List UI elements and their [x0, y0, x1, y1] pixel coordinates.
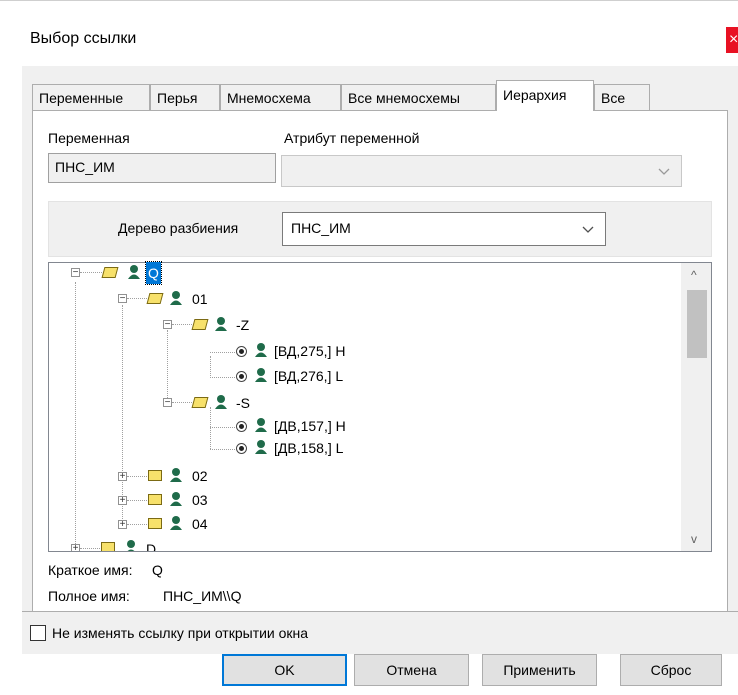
tab-all[interactable]: Все	[594, 84, 650, 110]
tree-line	[172, 402, 192, 403]
ok-button[interactable]: OK	[222, 654, 347, 686]
object-icon	[127, 540, 135, 551]
tree-node-leaf[interactable]: [ВД,275,] H	[274, 339, 345, 361]
scroll-down-icon[interactable]: v	[691, 532, 697, 546]
object-icon	[170, 291, 182, 305]
partition-tree-select[interactable]: ПНС_ИМ	[282, 212, 606, 246]
keep-link-label[interactable]: Не изменять ссылку при открытии окна	[52, 625, 308, 641]
folder-icon	[101, 542, 115, 551]
tree-node-04[interactable]: 04	[192, 512, 208, 534]
tree-line	[210, 352, 235, 353]
tree-node-01[interactable]: 01	[192, 287, 208, 309]
hierarchy-tree[interactable]	[48, 262, 712, 552]
object-icon	[128, 265, 140, 279]
folder-open-icon	[101, 267, 119, 278]
object-icon	[255, 418, 267, 432]
tree-line	[167, 330, 168, 402]
tab-pens[interactable]: Перья	[150, 84, 220, 110]
expand-icon[interactable]: +	[118, 472, 127, 482]
attribute-label: Атрибут переменной	[284, 130, 420, 146]
close-button[interactable]: ×	[726, 27, 738, 53]
tree-line	[210, 407, 211, 449]
tab-hierarchy[interactable]: Иерархия	[496, 80, 594, 111]
scroll-up-icon[interactable]: ^	[691, 268, 697, 282]
object-icon	[170, 516, 182, 530]
tab-variables[interactable]: Переменные	[32, 84, 150, 110]
folder-icon	[148, 518, 162, 529]
tree-clip: + D	[49, 538, 679, 551]
top-border	[0, 0, 738, 1]
tree-line	[127, 500, 147, 501]
object-icon	[255, 440, 267, 454]
tree-node-03[interactable]: 03	[192, 488, 208, 510]
partition-tree-value: ПНС_ИМ	[291, 220, 351, 236]
object-icon	[255, 343, 267, 357]
tree-line	[127, 298, 147, 299]
dialog-title: Выбор ссылки	[30, 30, 137, 47]
radio-icon	[236, 371, 247, 382]
separator	[22, 611, 738, 612]
apply-button[interactable]: Применить	[482, 654, 597, 686]
tree-line	[210, 427, 235, 428]
collapse-icon[interactable]: −	[163, 398, 172, 408]
chevron-down-icon	[582, 226, 594, 233]
reset-button[interactable]: Сброс	[620, 654, 722, 686]
tree-node-leaf[interactable]: [ВД,276,] L	[274, 364, 343, 386]
expand-icon[interactable]: +	[118, 496, 127, 506]
tree-line	[127, 524, 147, 525]
short-name-label: Краткое имя:	[48, 562, 133, 578]
tree-line	[80, 272, 102, 273]
attribute-select[interactable]	[281, 155, 682, 187]
variable-field[interactable]: ПНС_ИМ	[48, 153, 276, 183]
variable-label: Переменная	[48, 130, 130, 146]
expand-icon[interactable]: +	[71, 544, 80, 551]
object-icon	[215, 395, 227, 409]
expand-icon[interactable]: +	[118, 520, 127, 530]
tree-line	[75, 282, 76, 544]
folder-icon	[148, 470, 162, 481]
collapse-icon[interactable]: −	[118, 294, 127, 304]
tree-line	[80, 548, 100, 549]
chevron-down-icon	[658, 168, 670, 175]
tree-node-leaf[interactable]: [ДВ,158,] L	[274, 436, 343, 458]
tab-mnemonic[interactable]: Мнемосхема	[220, 84, 341, 110]
cancel-button[interactable]: Отмена	[354, 654, 469, 686]
collapse-icon[interactable]: −	[163, 320, 172, 330]
tab-all-mnemonics[interactable]: Все мнемосхемы	[341, 84, 496, 110]
folder-icon	[148, 494, 162, 505]
folder-open-icon	[191, 319, 209, 330]
folder-open-icon	[146, 293, 164, 304]
tree-node-z[interactable]: -Z	[236, 313, 249, 335]
collapse-icon[interactable]: −	[71, 268, 80, 278]
full-name-label: Полное имя:	[48, 588, 130, 604]
tree-node-02[interactable]: 02	[192, 464, 208, 486]
tree-scroll-thumb[interactable]	[687, 290, 707, 358]
keep-link-checkbox[interactable]	[30, 625, 46, 641]
partition-tree-label: Дерево разбиения	[118, 220, 239, 236]
tree-node-q[interactable]: Q	[145, 261, 162, 286]
object-icon	[170, 492, 182, 506]
radio-icon	[236, 346, 247, 357]
radio-icon	[236, 421, 247, 432]
folder-open-icon	[191, 397, 209, 408]
object-icon	[255, 368, 267, 382]
short-name-value: Q	[152, 562, 163, 578]
object-icon	[215, 317, 227, 331]
full-name-value: ПНС_ИМ\\Q	[163, 588, 242, 604]
tree-node-s[interactable]: -S	[236, 391, 250, 413]
tree-line	[172, 324, 192, 325]
tree-line	[122, 305, 123, 527]
tree-line	[210, 356, 211, 378]
tree-line	[210, 449, 235, 450]
radio-icon	[236, 443, 247, 454]
tree-line	[210, 377, 235, 378]
tree-node-leaf[interactable]: [ДВ,157,] H	[274, 414, 346, 436]
object-icon	[170, 468, 182, 482]
tree-line	[127, 476, 147, 477]
tree-node-d[interactable]: D	[146, 538, 156, 551]
